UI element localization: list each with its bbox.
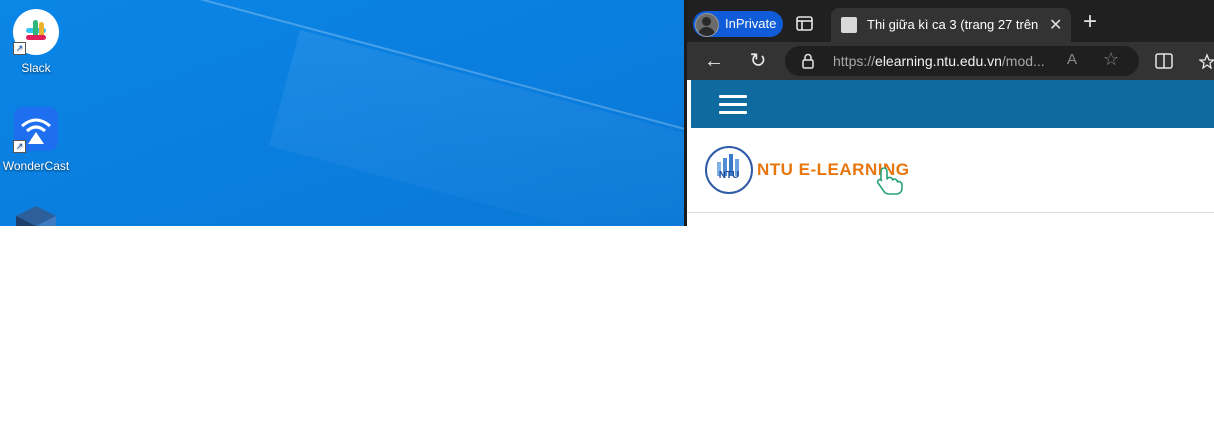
tab-actions-icon[interactable] [795,14,815,34]
favorite-star-icon[interactable]: ☆ [1103,49,1119,70]
browser-window: InPrivate Thi giữa kì ca 3 (trang 27 trê… [684,0,1214,226]
virtualbox-icon [16,206,56,226]
site-header: NTU NTU E-LEARNING [687,128,1214,213]
desktop-shortcut-virtualbox[interactable] [0,204,72,226]
desktop-shortcut-wondercast[interactable]: ↗ WonderCast [0,106,72,173]
lock-icon[interactable] [801,53,815,69]
new-tab-icon[interactable]: + [1083,8,1097,36]
tab-bar: InPrivate Thi giữa kì ca 3 (trang 27 trê… [687,0,1214,42]
close-tab-icon[interactable]: ✕ [1049,15,1062,35]
tab-active[interactable]: Thi giữa kì ca 3 (trang 27 trên tổng ✕ [831,8,1071,42]
address-bar[interactable]: https://elearning.ntu.edu.vn/mod... A ☆ [785,46,1139,76]
back-icon[interactable]: ← [703,50,725,72]
desktop-icon-label: WonderCast [2,159,70,173]
shortcut-arrow-icon: ↗ [13,140,26,153]
profile-avatar-icon [695,13,719,37]
wallpaper-light-beam [268,30,684,226]
desktop-shortcut-slack[interactable]: ↗ Slack [0,8,72,75]
url-text: https://elearning.ntu.edu.vn/mod... [833,53,1045,69]
site-navbar [691,80,1214,128]
hand-pointer-icon [876,167,903,195]
logo-text: NTU [719,170,740,181]
inprivate-label: InPrivate [725,16,777,31]
page-favicon-icon [841,17,857,33]
desktop: ↗ Slack ↗ WonderCast [0,0,684,226]
split-screen-icon[interactable] [1155,53,1173,69]
ntu-logo[interactable]: NTU [705,146,753,194]
address-toolbar: ← ↻ https://elearning.ntu.edu.vn/mod... … [687,42,1214,80]
shortcut-arrow-icon: ↗ [13,42,26,55]
read-aloud-icon[interactable]: A [1067,51,1077,68]
refresh-icon[interactable]: ↻ [747,50,769,72]
desktop-icon-label: Slack [21,61,51,75]
tab-title: Thi giữa kì ca 3 (trang 27 trên tổng [867,17,1042,32]
url-domain: elearning.ntu.edu.vn [875,53,1002,69]
url-path: /mod... [1001,53,1045,69]
favorites-icon[interactable] [1199,53,1214,69]
inprivate-badge[interactable]: InPrivate [693,11,783,37]
hamburger-menu-icon[interactable] [719,95,747,115]
web-page: NTU NTU E-LEARNING [687,80,1214,226]
url-scheme: https:// [833,53,876,69]
